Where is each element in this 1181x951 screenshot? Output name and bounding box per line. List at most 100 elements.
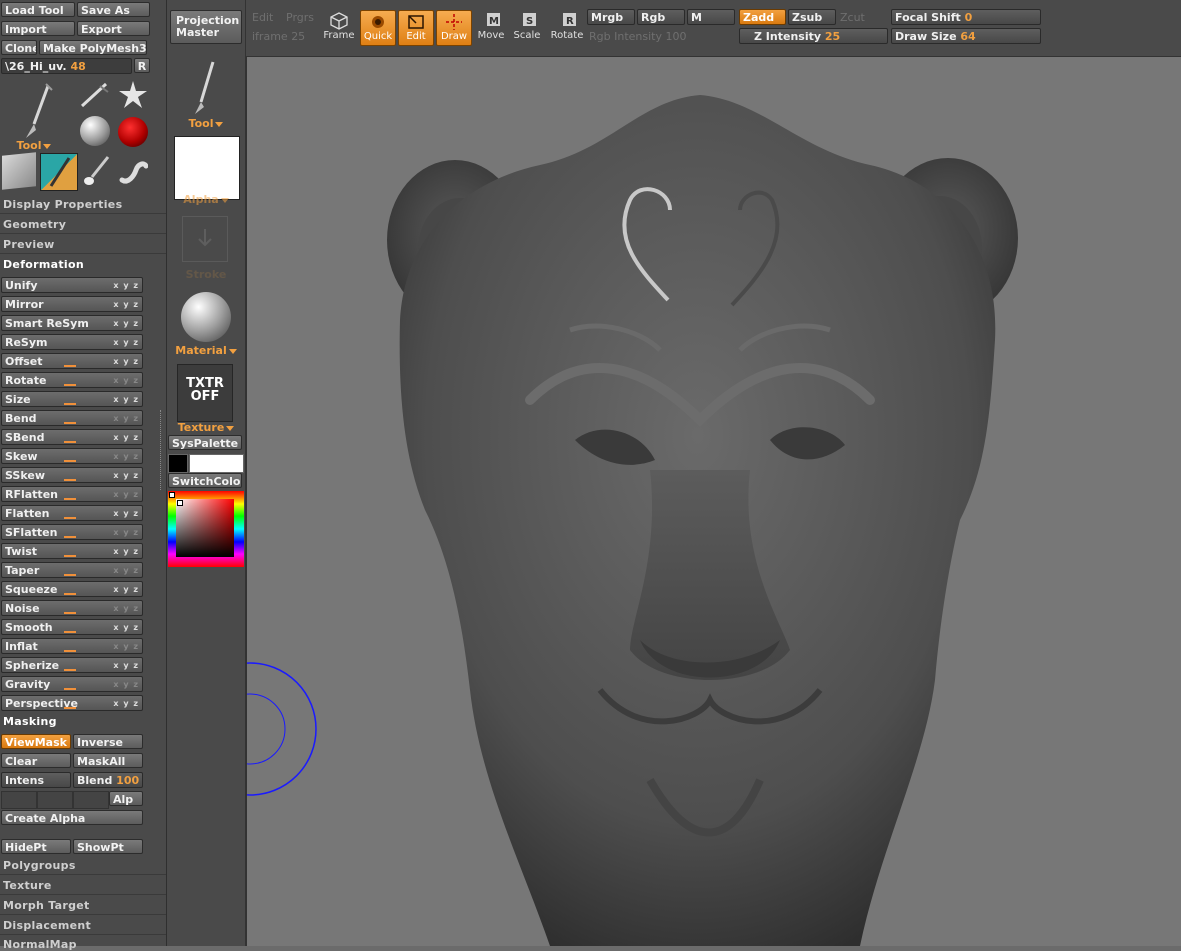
- mask-blend-slider[interactable]: Blend 100: [73, 772, 143, 788]
- curve-tool-thumbnail[interactable]: [118, 158, 149, 186]
- deformation-unify[interactable]: Unify x y z: [1, 277, 143, 293]
- tool-label[interactable]: Tool: [183, 117, 229, 130]
- axis-toggle[interactable]: x y z: [113, 620, 139, 636]
- mask-intensity-slider[interactable]: Intens 100: [1, 772, 71, 803]
- syspalette-button[interactable]: SysPalette: [168, 435, 242, 450]
- mask-slot-3[interactable]: [73, 791, 109, 809]
- make-polymesh-button[interactable]: Make PolyMesh3D: [39, 40, 147, 55]
- export-button[interactable]: Export: [77, 21, 150, 36]
- deformation-sskew[interactable]: SSkew x y z: [1, 467, 143, 483]
- polygroups-section[interactable]: Polygroups: [3, 859, 76, 872]
- sphere-tool-thumbnail[interactable]: [80, 116, 110, 146]
- deformation-section[interactable]: Deformation: [3, 258, 84, 271]
- scale-button[interactable]: S Scale: [510, 10, 544, 44]
- axis-toggle[interactable]: x y z: [113, 639, 139, 655]
- red-sphere-tool-thumbnail[interactable]: [118, 117, 148, 147]
- texture-preview[interactable]: TXTR OFF: [177, 364, 233, 422]
- display-properties-section[interactable]: Display Properties: [3, 198, 122, 211]
- deformation-sflatten[interactable]: SFlatten x y z: [1, 524, 143, 540]
- axis-toggle[interactable]: x y z: [113, 525, 139, 541]
- star-tool-thumbnail[interactable]: [116, 80, 150, 110]
- deformation-perspective[interactable]: Perspective x y z: [1, 695, 143, 711]
- axis-toggle[interactable]: x y z: [113, 506, 139, 522]
- hidept-button[interactable]: HidePt: [1, 839, 71, 854]
- clear-mask-button[interactable]: Clear: [1, 753, 71, 768]
- mask-slot-2[interactable]: [37, 791, 73, 809]
- deformation-resym[interactable]: ReSym x y z: [1, 334, 143, 350]
- frame-button[interactable]: Frame: [322, 10, 356, 44]
- load-tool-button[interactable]: Load Tool: [1, 2, 75, 17]
- document-canvas[interactable]: [247, 57, 1181, 946]
- axis-toggle[interactable]: x y z: [113, 563, 139, 579]
- texture-section[interactable]: Texture: [3, 879, 52, 892]
- quick-button[interactable]: Quick: [360, 10, 396, 46]
- zcut-button[interactable]: Zcut: [840, 11, 865, 24]
- rgb-button[interactable]: Rgb: [637, 9, 685, 25]
- deformation-squeeze[interactable]: Squeeze x y z: [1, 581, 143, 597]
- refresh-tool-button[interactable]: R: [134, 58, 150, 73]
- tool-palette-label[interactable]: Tool: [14, 139, 54, 152]
- stroke-preview[interactable]: [182, 216, 228, 262]
- displacement-section[interactable]: Displacement: [3, 919, 91, 932]
- showpt-button[interactable]: ShowPt: [73, 839, 143, 854]
- deformation-noise[interactable]: Noise x y z: [1, 600, 143, 616]
- hue-cursor[interactable]: [169, 492, 175, 498]
- switchcolor-button[interactable]: SwitchColor: [168, 473, 242, 488]
- deformation-smooth[interactable]: Smooth x y z: [1, 619, 143, 635]
- color-cursor[interactable]: [177, 500, 183, 506]
- geometry-section[interactable]: Geometry: [3, 218, 66, 231]
- axis-toggle[interactable]: x y z: [113, 373, 139, 389]
- deformation-skew[interactable]: Skew x y z: [1, 448, 143, 464]
- draw-size-slider[interactable]: Draw Size 64: [891, 28, 1041, 44]
- projection-master-button[interactable]: Projection Master: [170, 10, 242, 44]
- axis-toggle[interactable]: x y z: [113, 278, 139, 294]
- axis-toggle[interactable]: x y z: [113, 335, 139, 351]
- axis-toggle[interactable]: x y z: [113, 677, 139, 693]
- clone-button[interactable]: Clone: [1, 40, 37, 55]
- stroke-tool-thumbnail[interactable]: [82, 155, 112, 187]
- axis-toggle[interactable]: x y z: [113, 658, 139, 674]
- deformation-offset[interactable]: Offset x y z: [1, 353, 143, 369]
- saturation-value-square[interactable]: [176, 499, 234, 557]
- deformation-size[interactable]: Size x y z: [1, 391, 143, 407]
- deformation-rflatten[interactable]: RFlatten x y z: [1, 486, 143, 502]
- morph-target-section[interactable]: Morph Target: [3, 899, 90, 912]
- sculpt-tool-thumbnail[interactable]: [12, 80, 60, 142]
- create-alpha-button[interactable]: Create Alpha: [1, 810, 143, 825]
- deformation-gravity[interactable]: Gravity x y z: [1, 676, 143, 692]
- deformation-sbend[interactable]: SBend x y z: [1, 429, 143, 445]
- pen-tool-thumbnail[interactable]: [78, 80, 112, 110]
- current-tool-slider[interactable]: \26_Hi_uv. 48: [1, 58, 132, 74]
- zsub-button[interactable]: Zsub: [788, 9, 836, 25]
- axis-toggle[interactable]: x y z: [113, 392, 139, 408]
- main-color-swatch[interactable]: [168, 454, 188, 473]
- axis-toggle[interactable]: x y z: [113, 544, 139, 560]
- deformation-mirror[interactable]: Mirror x y z: [1, 296, 143, 312]
- mask-slot-1[interactable]: [1, 791, 37, 809]
- m-button[interactable]: M: [687, 9, 735, 25]
- material-label[interactable]: Material: [175, 344, 237, 357]
- axis-toggle[interactable]: x y z: [113, 696, 139, 712]
- deformation-smart-resym[interactable]: Smart ReSym x y z: [1, 315, 143, 331]
- deformation-twist[interactable]: Twist x y z: [1, 543, 143, 559]
- zadd-button[interactable]: Zadd: [739, 9, 786, 25]
- polymesh-tool-thumbnail[interactable]: [40, 153, 78, 191]
- deformation-flatten[interactable]: Flatten x y z: [1, 505, 143, 521]
- axis-toggle[interactable]: x y z: [113, 316, 139, 332]
- axis-toggle[interactable]: x y z: [113, 468, 139, 484]
- normalmap-section[interactable]: NormalMap: [3, 938, 77, 951]
- rgb-intensity-slider[interactable]: Rgb Intensity 100: [589, 30, 686, 43]
- axis-toggle[interactable]: x y z: [113, 354, 139, 370]
- current-tool-preview[interactable]: [187, 58, 223, 118]
- deformation-bend[interactable]: Bend x y z: [1, 410, 143, 426]
- preview-section[interactable]: Preview: [3, 238, 55, 251]
- alpha-preview[interactable]: [174, 136, 240, 200]
- axis-toggle[interactable]: x y z: [113, 601, 139, 617]
- draw-button[interactable]: Draw: [436, 10, 472, 46]
- save-as-button[interactable]: Save As: [77, 2, 150, 17]
- z-intensity-slider[interactable]: Z Intensity 25: [739, 28, 888, 44]
- deformation-inflat[interactable]: Inflat x y z: [1, 638, 143, 654]
- move-button[interactable]: M Move: [474, 10, 508, 44]
- viewmask-button[interactable]: ViewMask: [1, 734, 71, 749]
- axis-toggle[interactable]: x y z: [113, 582, 139, 598]
